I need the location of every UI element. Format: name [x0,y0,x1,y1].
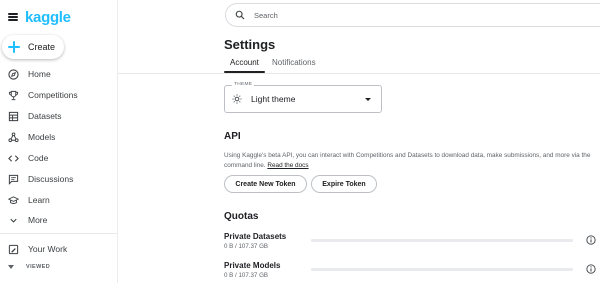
theme-field-label: THEME [232,82,255,87]
trophy-icon [8,90,19,100]
sidebar-item-your-work[interactable]: Your Work [8,242,67,256]
home-icon [8,68,19,80]
search-icon [235,10,245,20]
tab-notifications[interactable]: Notifications [272,58,316,67]
menu-icon[interactable] [8,13,18,21]
theme-value: Light theme [251,94,296,104]
quota-bar-private-models [311,268,573,271]
viewed-section-toggle[interactable]: VIEWED [8,264,50,270]
tabs-divider [118,73,600,74]
sidebar-item-label: Home [28,69,51,79]
sidebar-item-label: Code [28,153,49,163]
sidebar: kaggle Create Home Competitions Datasets… [0,0,118,283]
quota-label-private-models: Private Models [224,261,281,270]
read-docs-link[interactable]: Read the docs [267,162,308,169]
info-icon[interactable] [586,235,596,245]
sidebar-item-label: More [28,215,48,225]
sidebar-item-label: Datasets [28,111,62,121]
sidebar-item-label: Your Work [28,244,68,254]
sidebar-item-competitions[interactable]: Competitions [8,88,78,102]
search-bar[interactable] [225,3,600,27]
school-icon [8,195,19,204]
sidebar-item-home[interactable]: Home [8,67,51,81]
sidebar-item-learn[interactable]: Learn [8,193,50,207]
comments-icon [8,174,19,185]
tab-account[interactable]: Account [230,58,259,67]
create-button-label: Create [28,42,56,52]
models-icon [8,131,19,142]
api-description: Using Kaggle's beta API, you can interac… [224,151,596,170]
create-new-token-button[interactable]: Create New Token [224,175,307,193]
search-input[interactable] [254,10,554,20]
page-title: Settings [224,37,276,52]
sidebar-item-code[interactable]: Code [8,151,48,165]
sidebar-item-label: Discussions [28,174,74,184]
sun-icon [232,94,242,104]
quota-value-private-datasets: 0 B / 107.37 GB [224,243,269,250]
quota-label-private-datasets: Private Datasets [224,232,287,241]
caret-down-icon [8,265,14,269]
sidebar-item-discussions[interactable]: Discussions [8,172,73,186]
sidebar-item-models[interactable]: Models [8,130,55,144]
sidebar-item-label: Competitions [28,90,78,100]
sidebar-item-datasets[interactable]: Datasets [8,109,62,123]
table-icon [8,111,19,121]
quota-value-private-models: 0 B / 107.37 GB [224,272,269,279]
info-icon[interactable] [586,264,596,274]
api-heading: API [224,131,241,142]
chevron-down-icon [10,218,17,223]
your-work-icon [8,244,19,254]
create-button[interactable]: Create [2,35,64,59]
kaggle-logo[interactable]: kaggle [25,9,71,26]
sidebar-divider [0,233,117,234]
expire-token-button[interactable]: Expire Token [311,175,377,193]
sidebar-item-more[interactable]: More [8,213,47,227]
plus-icon [8,41,20,53]
theme-select[interactable]: Light theme [224,85,382,113]
code-icon [8,154,19,162]
sidebar-item-label: Models [28,132,56,142]
logo-row: kaggle [8,7,71,27]
viewed-label: VIEWED [26,264,51,270]
quota-bar-private-datasets [311,239,573,242]
dropdown-caret-icon [365,98,371,101]
sidebar-item-label: Learn [28,195,50,205]
quotas-heading: Quotas [224,211,259,222]
